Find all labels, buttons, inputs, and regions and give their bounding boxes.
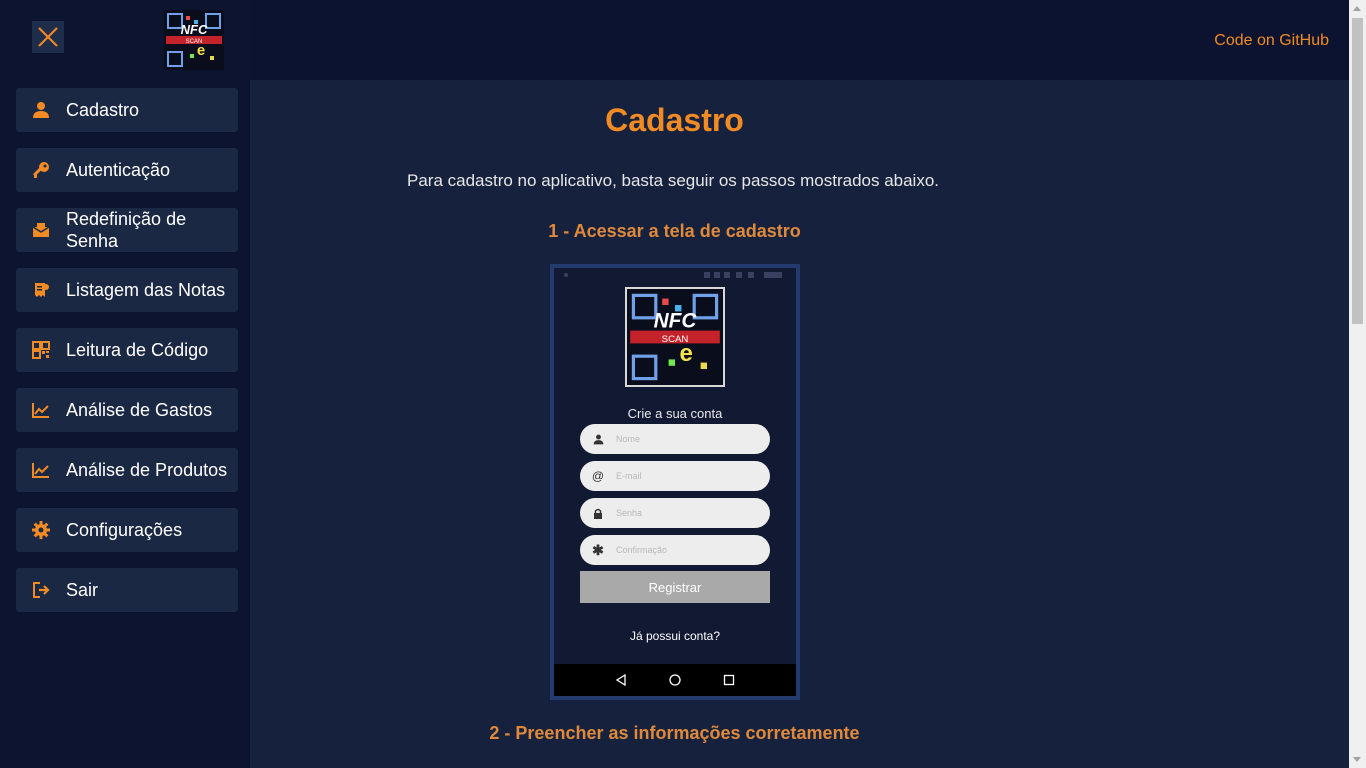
chart-line-icon <box>16 388 66 432</box>
recents-icon <box>723 674 735 686</box>
sidebar-item-redefinicao-senha[interactable]: Redefinição de Senha <box>16 208 238 252</box>
phone-email-field: @ E-mail <box>580 461 770 491</box>
sidebar-item-configuracoes[interactable]: Configurações <box>16 508 238 552</box>
phone-app-logo: NFC SCAN e <box>625 287 725 387</box>
sidebar-item-analise-produtos[interactable]: Análise de Produtos <box>16 448 238 492</box>
phone-nav-bar <box>554 664 796 696</box>
step-title: 1 - Acessar a tela de cadastro <box>548 221 801 241</box>
sidebar-item-label: Análise de Gastos <box>66 400 213 420</box>
gear-icon <box>16 508 66 552</box>
close-icon <box>38 27 58 47</box>
step-title: 2 - Preencher as informações corretament… <box>489 723 860 743</box>
intro-text: Para cadastro no aplicativo, basta segui… <box>407 171 940 190</box>
user-icon <box>16 88 66 132</box>
app-logo: NFC SCAN e <box>164 10 224 70</box>
sidebar-item-label: Autenticação <box>66 160 171 180</box>
github-link[interactable]: Code on GitHub <box>1214 32 1329 50</box>
sidebar-item-sair[interactable]: Sair <box>16 568 238 612</box>
svg-text:e: e <box>197 42 205 59</box>
svg-text:NFC: NFC <box>181 22 208 37</box>
receipt-icon <box>16 268 66 312</box>
phone-status-bar <box>554 268 796 282</box>
phone-screenshot: NFC SCAN e Crie a sua conta Nome @ E-mai… <box>550 264 800 700</box>
asterisk-icon: ✱ <box>592 541 604 558</box>
sidebar-item-analise-gastos[interactable]: Análise de Gastos <box>16 388 238 432</box>
at-icon: @ <box>591 469 605 483</box>
scroll-up-icon[interactable] <box>1353 6 1361 11</box>
main-content: Cadastro Para cadastro no aplicativo, ba… <box>250 80 1349 768</box>
sidebar-item-label: Cadastro <box>66 100 140 120</box>
svg-text:e: e <box>680 340 693 367</box>
field-placeholder: Confirmação <box>616 545 668 555</box>
lock-icon <box>580 508 616 519</box>
sidebar-item-cadastro[interactable]: Cadastro <box>16 88 238 132</box>
sidebar-item-listagem-notas[interactable]: Listagem das Notas <box>16 268 238 312</box>
scroll-down-icon[interactable] <box>1353 757 1361 762</box>
scroll-thumb[interactable] <box>1352 18 1363 324</box>
field-placeholder: Senha <box>616 508 643 518</box>
sidebar-item-label: Sair <box>66 580 99 600</box>
phone-screen: NFC SCAN e Crie a sua conta Nome @ E-mai… <box>554 268 796 696</box>
phone-register-button: Registrar <box>580 571 770 603</box>
sidebar-item-label: Leitura de Código <box>66 340 209 360</box>
phone-heading: Crie a sua conta <box>627 406 723 421</box>
phone-name-field: Nome <box>580 424 770 454</box>
sidebar-item-label: Listagem das Notas <box>66 280 226 300</box>
user-icon <box>580 434 616 445</box>
phone-confirm-field: ✱ Confirmação <box>580 535 770 565</box>
mail-envelope-icon <box>16 208 66 252</box>
home-icon <box>669 674 681 686</box>
qrcode-icon <box>16 328 66 372</box>
top-header: Code on GitHub <box>250 0 1349 80</box>
sign-out-icon <box>16 568 66 612</box>
back-icon <box>615 674 626 686</box>
sidebar-item-leitura-codigo[interactable]: Leitura de Código <box>16 328 238 372</box>
phone-password-field: Senha <box>580 498 770 528</box>
close-sidebar-button[interactable] <box>32 21 64 53</box>
field-placeholder: Nome <box>616 434 641 444</box>
chart-line-icon <box>16 448 66 492</box>
sidebar-item-autenticacao[interactable]: Autenticação <box>16 148 238 192</box>
sidebar-item-label: Configurações <box>66 520 183 540</box>
page-scrollbar[interactable] <box>1349 0 1366 768</box>
sidebar-item-label: Redefinição de Senha <box>66 209 187 251</box>
sidebar: NFC SCAN e Cadastro Autenticação Redefin… <box>0 0 250 768</box>
svg-text:NFC: NFC <box>654 309 698 332</box>
sidebar-item-label: Análise de Produtos <box>66 460 228 480</box>
page-title: Cadastro <box>605 102 744 138</box>
key-icon <box>16 148 66 192</box>
phone-login-link: Já possui conta? <box>629 629 721 643</box>
field-placeholder: E-mail <box>616 471 642 481</box>
